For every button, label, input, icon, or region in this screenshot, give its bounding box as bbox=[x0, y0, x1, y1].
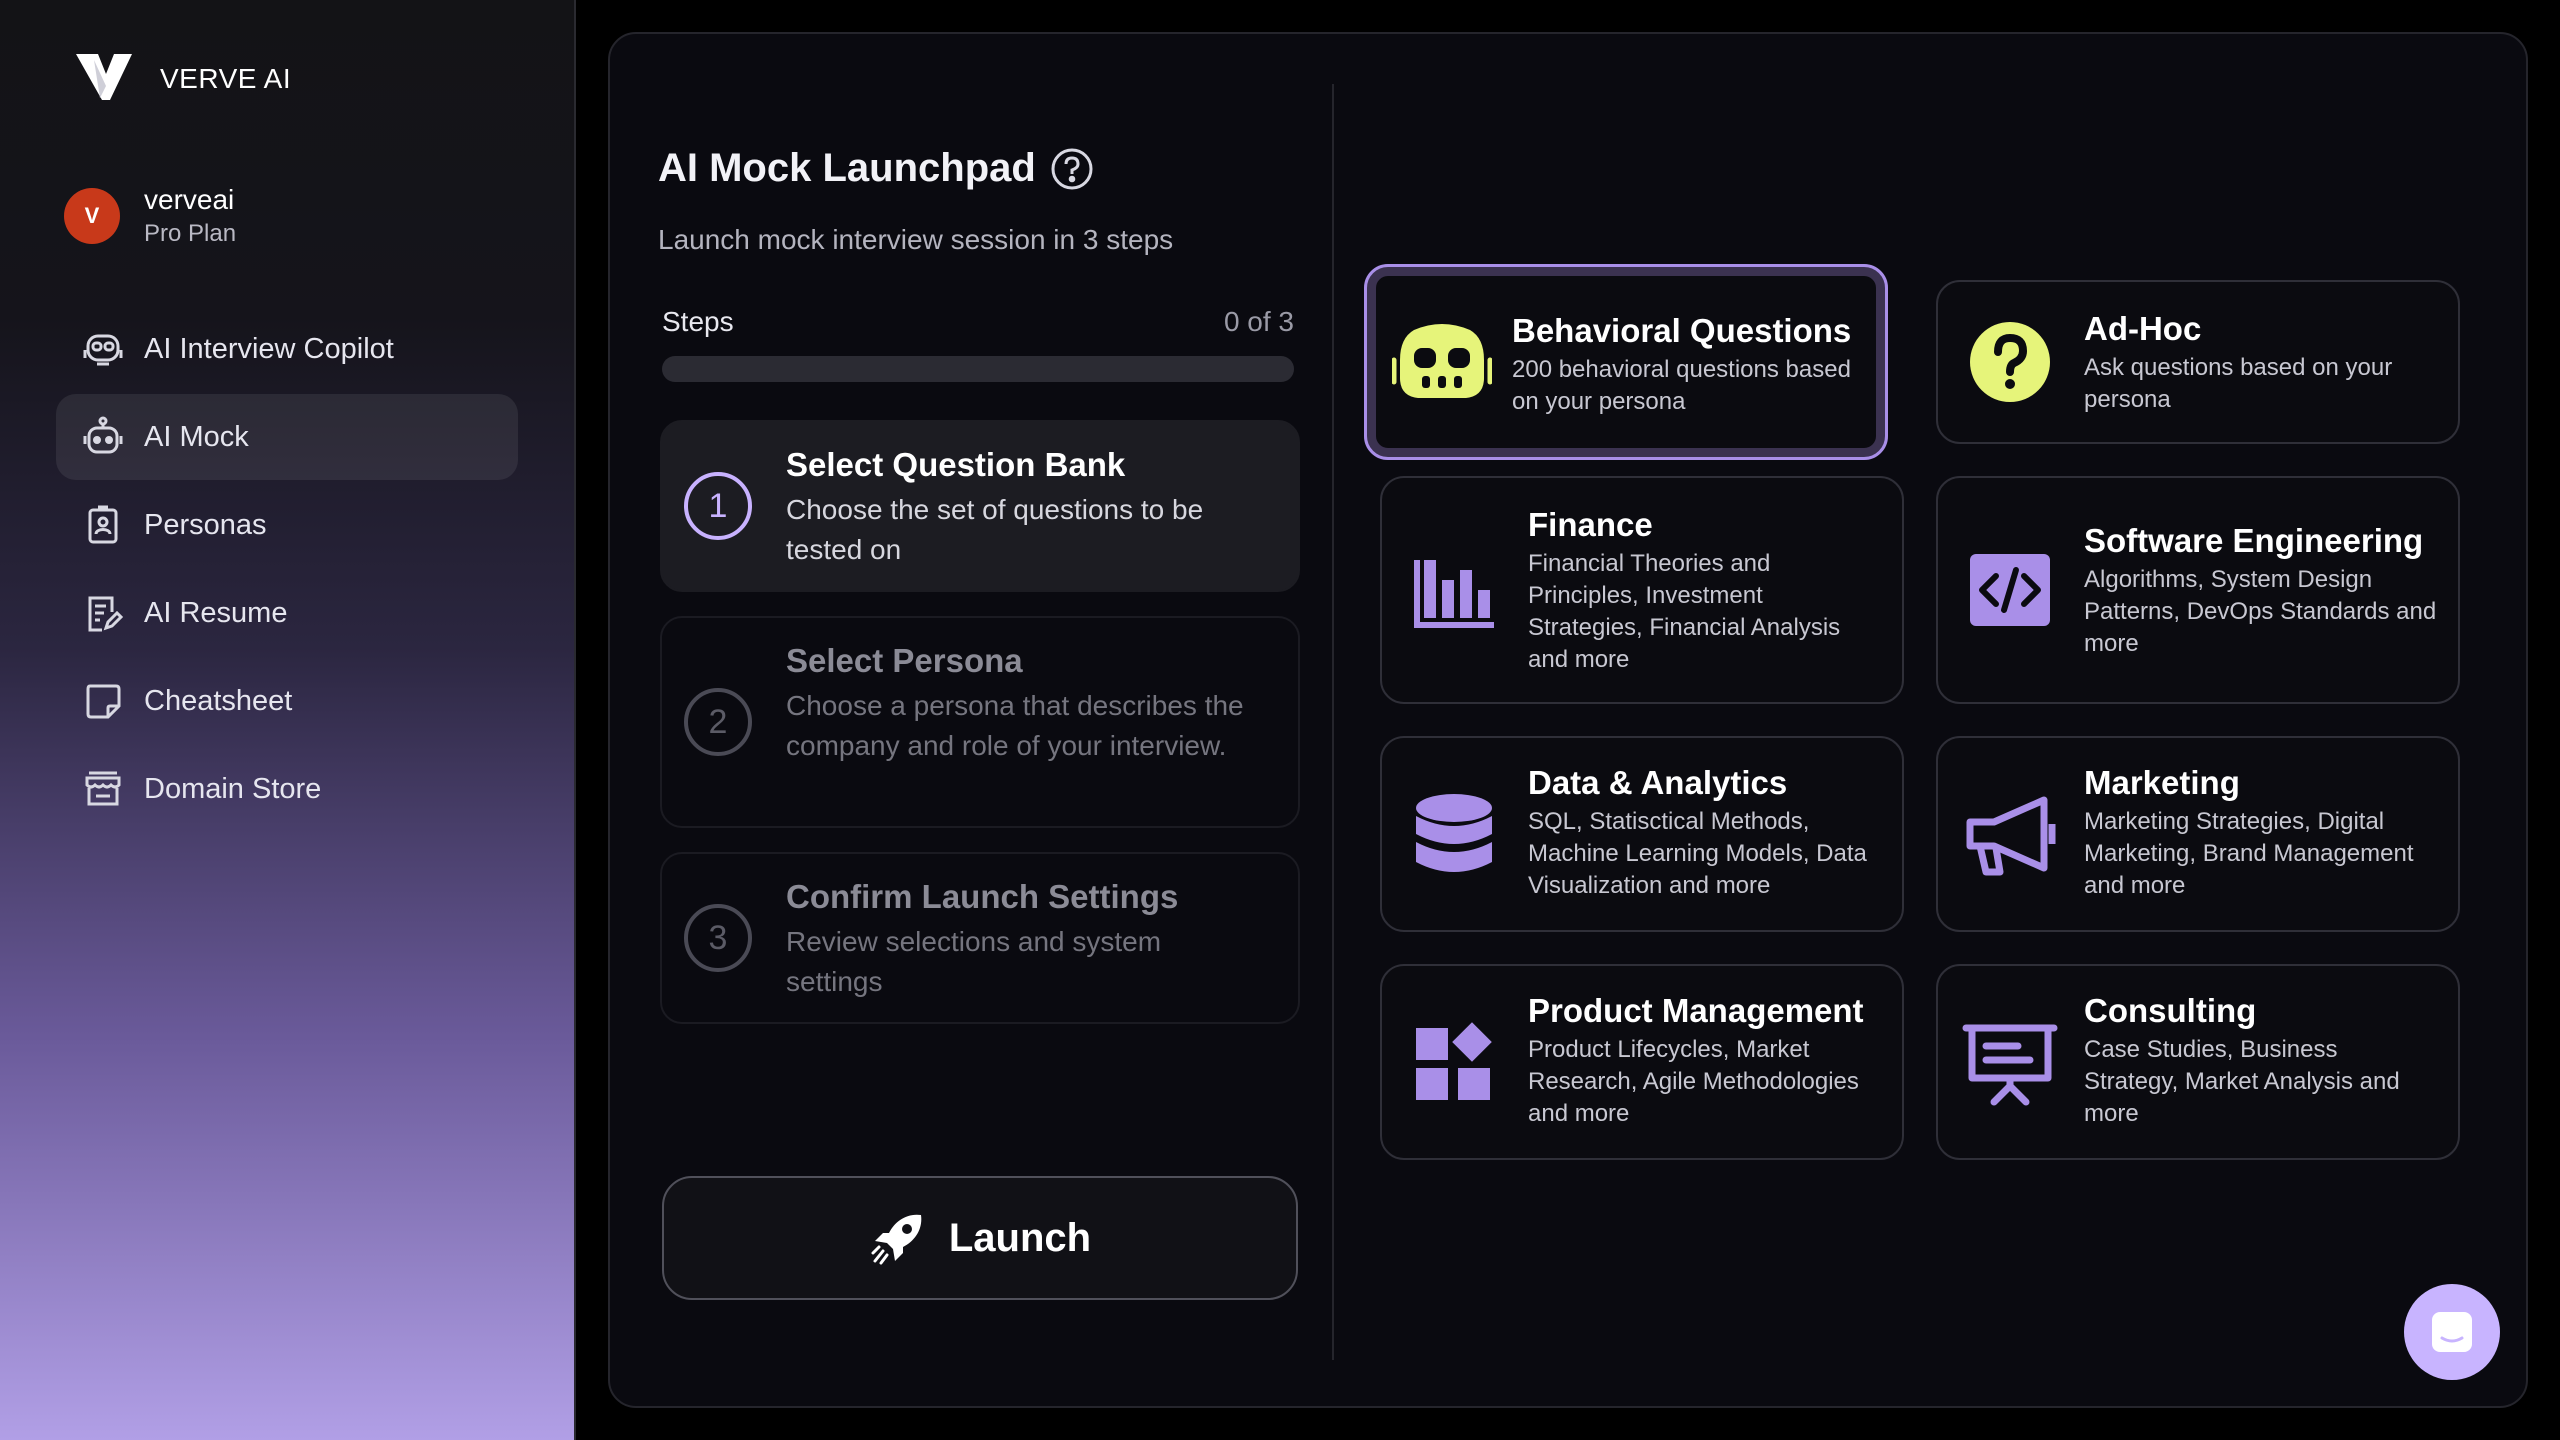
rocket-icon bbox=[871, 1214, 922, 1265]
card-title: Software Engineering bbox=[2084, 522, 2424, 559]
robot-face-icon bbox=[1390, 310, 1494, 414]
card-description: 200 behavioral questions based on your p… bbox=[1512, 356, 1851, 415]
step-number: 1 bbox=[684, 472, 752, 540]
step-title: Confirm Launch Settings bbox=[786, 878, 1179, 915]
user-name: verveai bbox=[144, 184, 235, 215]
card-product-management[interactable]: Product Management Product Lifecycles, M… bbox=[1380, 964, 1904, 1160]
card-description: Product Lifecycles, Market Research, Agi… bbox=[1528, 1036, 1859, 1127]
card-finance[interactable]: Finance Financial Theories and Principle… bbox=[1380, 476, 1904, 704]
card-description: Marketing Strategies, Digital Marketing,… bbox=[2084, 808, 2414, 899]
step-number: 2 bbox=[684, 688, 752, 756]
sidebar-item-label: AI Mock bbox=[144, 420, 249, 453]
card-description: Algorithms, System Design Patterns, DevO… bbox=[2084, 566, 2437, 657]
sidebar-nav: AI Interview Copilot AI Mock Personas AI… bbox=[56, 306, 518, 834]
card-title: Marketing bbox=[2084, 764, 2240, 801]
step-title: Select Persona bbox=[786, 642, 1023, 679]
card-title: Ad-Hoc bbox=[2084, 310, 2202, 347]
sidebar-item-ai-interview-copilot[interactable]: AI Interview Copilot bbox=[56, 306, 518, 392]
step-description: Review selections and system settings bbox=[786, 926, 1162, 997]
step-description: Choose a persona that describes the comp… bbox=[786, 690, 1244, 761]
sidebar-item-cheatsheet[interactable]: Cheatsheet bbox=[56, 658, 518, 744]
card-software-engineering[interactable]: Software Engineering Algorithms, System … bbox=[1936, 476, 2460, 704]
step-select-persona[interactable]: 2 Select Persona Choose a persona that d… bbox=[660, 616, 1300, 828]
card-description: Financial Theories and Principles, Inves… bbox=[1528, 550, 1841, 673]
question-circle-icon bbox=[1958, 310, 2062, 414]
steps-label: Steps bbox=[662, 306, 734, 337]
card-title: Finance bbox=[1528, 506, 1653, 543]
help-circle-icon[interactable] bbox=[1050, 147, 1094, 191]
widgets-icon bbox=[1402, 1012, 1506, 1116]
sidebar-item-label: AI Resume bbox=[144, 596, 288, 629]
card-ad-hoc[interactable]: Ad-Hoc Ask questions based on your perso… bbox=[1936, 280, 2460, 444]
step-confirm-launch-settings[interactable]: 3 Confirm Launch Settings Review selecti… bbox=[660, 852, 1300, 1024]
document-edit-icon bbox=[80, 590, 126, 636]
presentation-icon bbox=[1958, 1012, 2062, 1116]
steps-progress-bar bbox=[662, 356, 1294, 382]
card-data-analytics[interactable]: Data & Analytics SQL, Statisctical Metho… bbox=[1380, 736, 1904, 932]
launch-button[interactable]: Launch bbox=[662, 1176, 1298, 1300]
card-behavioral-questions[interactable]: Behavioral Questions 200 behavioral ques… bbox=[1364, 264, 1888, 460]
card-title: Behavioral Questions bbox=[1512, 312, 1852, 349]
step-title: Select Question Bank bbox=[786, 446, 1126, 483]
user-plan: Pro Plan bbox=[144, 220, 237, 247]
steps-count: 0 of 3 bbox=[1223, 306, 1294, 337]
database-icon bbox=[1402, 784, 1506, 888]
copilot-robot-icon bbox=[80, 326, 126, 372]
sidebar-item-ai-resume[interactable]: AI Resume bbox=[56, 570, 518, 656]
megaphone-icon bbox=[1958, 784, 2062, 888]
brand-name: VERVE AI bbox=[160, 63, 292, 94]
card-marketing[interactable]: Marketing Marketing Strategies, Digital … bbox=[1936, 736, 2460, 932]
sidebar-item-label: Cheatsheet bbox=[144, 684, 293, 717]
card-description: Case Studies, Business Strategy, Market … bbox=[2084, 1036, 2400, 1127]
mock-robot-icon bbox=[80, 414, 126, 460]
page-subtitle: Launch mock interview session in 3 steps bbox=[658, 224, 1174, 255]
panel-divider bbox=[1332, 84, 1334, 1360]
verve-logo-icon bbox=[76, 54, 132, 100]
card-title: Data & Analytics bbox=[1528, 764, 1788, 801]
bar-chart-icon bbox=[1402, 538, 1506, 642]
launch-label: Launch bbox=[948, 1215, 1092, 1260]
brand[interactable]: VERVE AI bbox=[76, 54, 291, 104]
code-icon bbox=[1958, 538, 2062, 642]
sidebar-item-domain-store[interactable]: Domain Store bbox=[56, 746, 518, 832]
sidebar-item-ai-mock[interactable]: AI Mock bbox=[56, 394, 518, 480]
note-icon bbox=[80, 678, 126, 724]
page-title: AI Mock Launchpad bbox=[658, 146, 1036, 190]
chat-support-button[interactable] bbox=[2404, 1284, 2500, 1380]
chat-icon bbox=[2432, 1312, 2472, 1352]
sidebar-item-label: AI Interview Copilot bbox=[144, 332, 394, 365]
sidebar: VERVE AI V verveai Pro Plan AI Interview… bbox=[0, 0, 576, 1440]
store-icon bbox=[80, 766, 126, 812]
sidebar-item-label: Personas bbox=[144, 508, 267, 541]
card-description: Ask questions based on your persona bbox=[2084, 354, 2393, 413]
sidebar-item-personas[interactable]: Personas bbox=[56, 482, 518, 568]
user-profile[interactable]: V verveai Pro Plan bbox=[64, 184, 236, 248]
card-title: Product Management bbox=[1528, 992, 1864, 1029]
card-consulting[interactable]: Consulting Case Studies, Business Strate… bbox=[1936, 964, 2460, 1160]
step-number: 3 bbox=[684, 904, 752, 972]
step-select-question-bank[interactable]: 1 Select Question Bank Choose the set of… bbox=[660, 420, 1300, 592]
sidebar-item-label: Domain Store bbox=[144, 772, 322, 805]
card-title: Consulting bbox=[2084, 992, 2257, 1029]
badge-icon bbox=[80, 502, 126, 548]
avatar: V bbox=[64, 188, 120, 244]
step-description: Choose the set of questions to be tested… bbox=[786, 494, 1204, 565]
main-panel: AI Mock Launchpad Launch mock interview … bbox=[608, 32, 2528, 1408]
card-description: SQL, Statisctical Methods, Machine Learn… bbox=[1528, 808, 1867, 899]
